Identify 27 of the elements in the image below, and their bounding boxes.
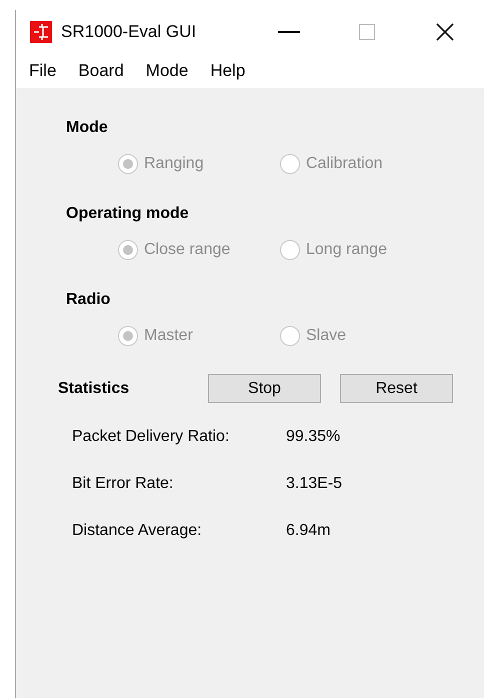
group-heading: Radio (66, 290, 110, 310)
radio-label: Long range (306, 240, 387, 260)
group-heading: Operating mode (66, 204, 189, 224)
group-heading: Mode (66, 118, 108, 138)
stat-value: 99.35% (286, 427, 340, 447)
radio-label: Close range (144, 240, 230, 260)
close-icon[interactable] (436, 23, 454, 41)
stat-label: Packet Delivery Ratio: (72, 427, 230, 447)
maximize-icon[interactable] (359, 24, 375, 40)
radio-label: Master (144, 326, 193, 346)
stat-value: 6.94m (286, 521, 330, 541)
action-button[interactable]: Reset (340, 374, 453, 403)
section-heading: Statistics (58, 378, 130, 398)
stat-label: Distance Average: (72, 521, 203, 541)
menu-item[interactable]: File (29, 58, 68, 84)
stat-value: 3.13E-5 (286, 474, 342, 494)
window-title: SR1000-Eval GUI (61, 21, 196, 44)
radio-label: Ranging (144, 154, 204, 174)
radio-label: Calibration (306, 154, 382, 174)
menu-item[interactable]: Help (199, 58, 256, 84)
minimize-icon[interactable] (278, 31, 300, 33)
stat-label: Bit Error Rate: (72, 474, 174, 494)
action-button[interactable]: Stop (208, 374, 321, 403)
radio-label: Slave (306, 326, 346, 346)
menu-item[interactable]: Mode (134, 58, 200, 84)
menu-item[interactable]: Board (67, 58, 135, 84)
app-logo-icon (30, 21, 52, 43)
